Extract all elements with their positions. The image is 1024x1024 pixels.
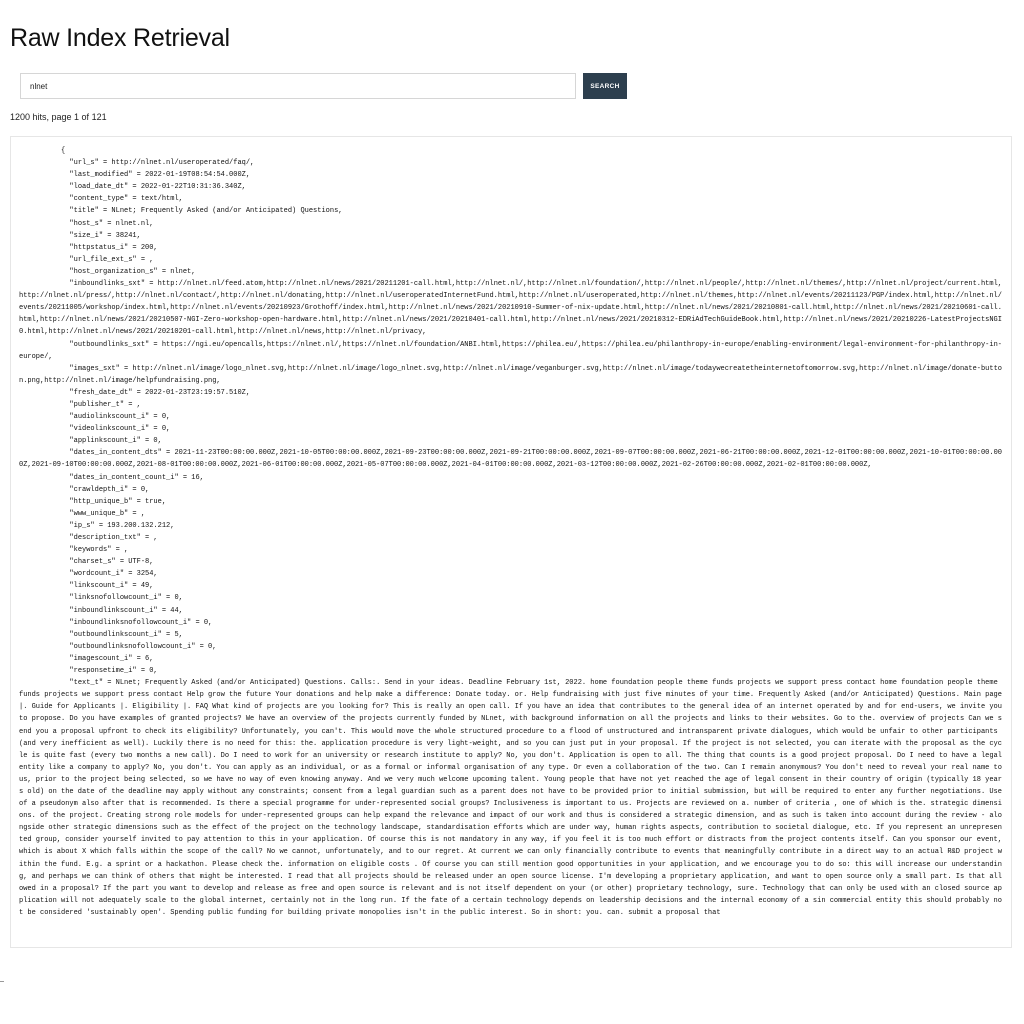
raw-record-text: { "url_s" = http://nlnet.nl/useroperated…: [19, 147, 1002, 917]
search-button[interactable]: SEARCH: [583, 73, 627, 99]
scroll-edge-marker: [0, 981, 4, 982]
results-summary: 1200 hits, page 1 of 121: [10, 112, 107, 122]
result-record-panel[interactable]: { "url_s" = http://nlnet.nl/useroperated…: [10, 136, 1012, 948]
search-input[interactable]: [20, 73, 576, 99]
search-bar: SEARCH: [20, 73, 627, 99]
page-title: Raw Index Retrieval: [10, 24, 230, 52]
